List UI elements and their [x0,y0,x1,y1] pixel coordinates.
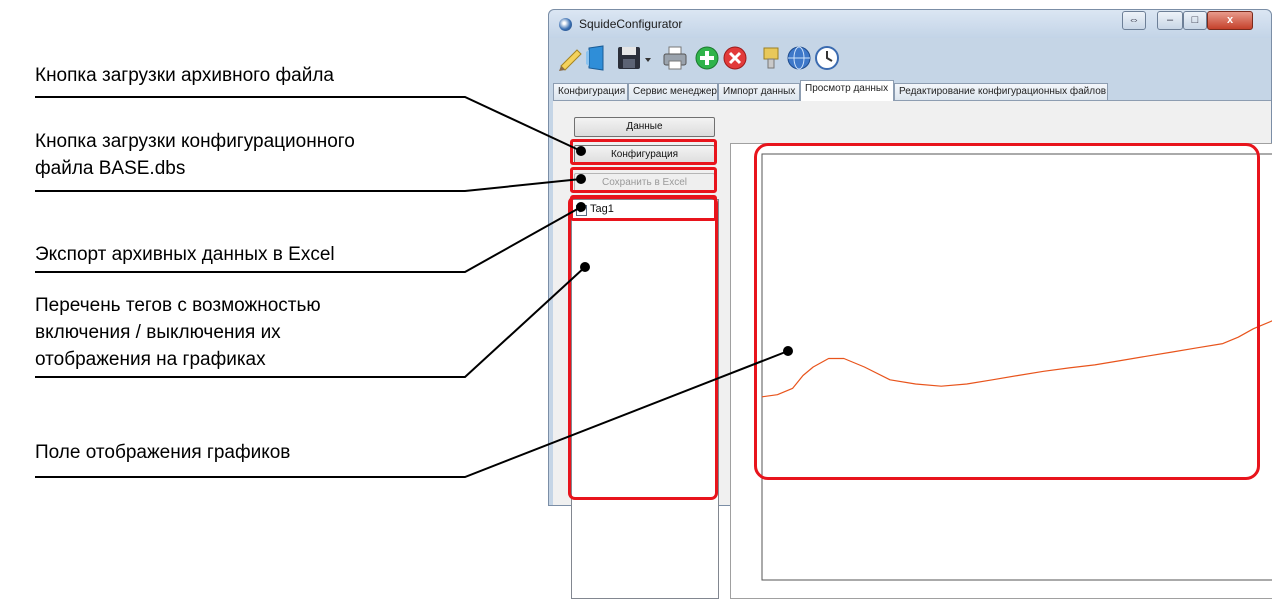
open-folder-icon[interactable] [583,44,611,72]
dropdown-arrow-icon[interactable] [643,44,653,72]
tab-configuration[interactable]: Конфигурация [553,83,628,100]
callout-export-excel: Экспорт архивных данных в Excel [35,244,335,265]
tab-strip: Конфигурация Сервис менеджер Импорт данн… [553,80,1267,101]
tab-service-manager[interactable]: Сервис менеджер [628,83,718,100]
window-title: SquideConfigurator [579,17,683,31]
tab-config-file-editing[interactable]: Редактирование конфигурационных файлов [894,83,1108,100]
delete-icon[interactable] [721,44,749,72]
app-icon [559,18,572,31]
callout-chart-area: Поле отображения графиков [35,442,291,463]
restore-icon[interactable]: ⇔ [1122,11,1146,30]
highlight-chart-area [754,143,1260,480]
network-icon[interactable] [785,44,813,72]
highlight-data-button [570,139,717,165]
title-bar[interactable]: SquideConfigurator ⇔ – □ x [549,10,1271,38]
callout-tag-list: Перечень тегов с возможностью включения … [35,295,321,370]
connector-icon[interactable] [757,44,785,72]
highlight-config-button [570,167,717,193]
tab-data-import[interactable]: Импорт данных [718,83,800,100]
maximize-button[interactable]: □ [1183,11,1207,30]
callout-load-archive: Кнопка загрузки архивного файла [35,65,334,86]
clock-icon[interactable] [813,44,841,72]
highlight-tag-list [568,196,718,500]
pencil-icon[interactable] [557,44,585,72]
minimize-button[interactable]: – [1157,11,1183,30]
print-icon[interactable] [661,44,689,72]
toolbar [553,40,1267,78]
add-icon[interactable] [693,44,721,72]
data-button[interactable]: Данные [574,117,715,137]
close-button[interactable]: x [1207,11,1253,30]
save-icon[interactable] [615,44,643,72]
callout-load-config: Кнопка загрузки конфигурационного файла … [35,131,355,179]
tab-data-view[interactable]: Просмотр данных [800,80,894,101]
